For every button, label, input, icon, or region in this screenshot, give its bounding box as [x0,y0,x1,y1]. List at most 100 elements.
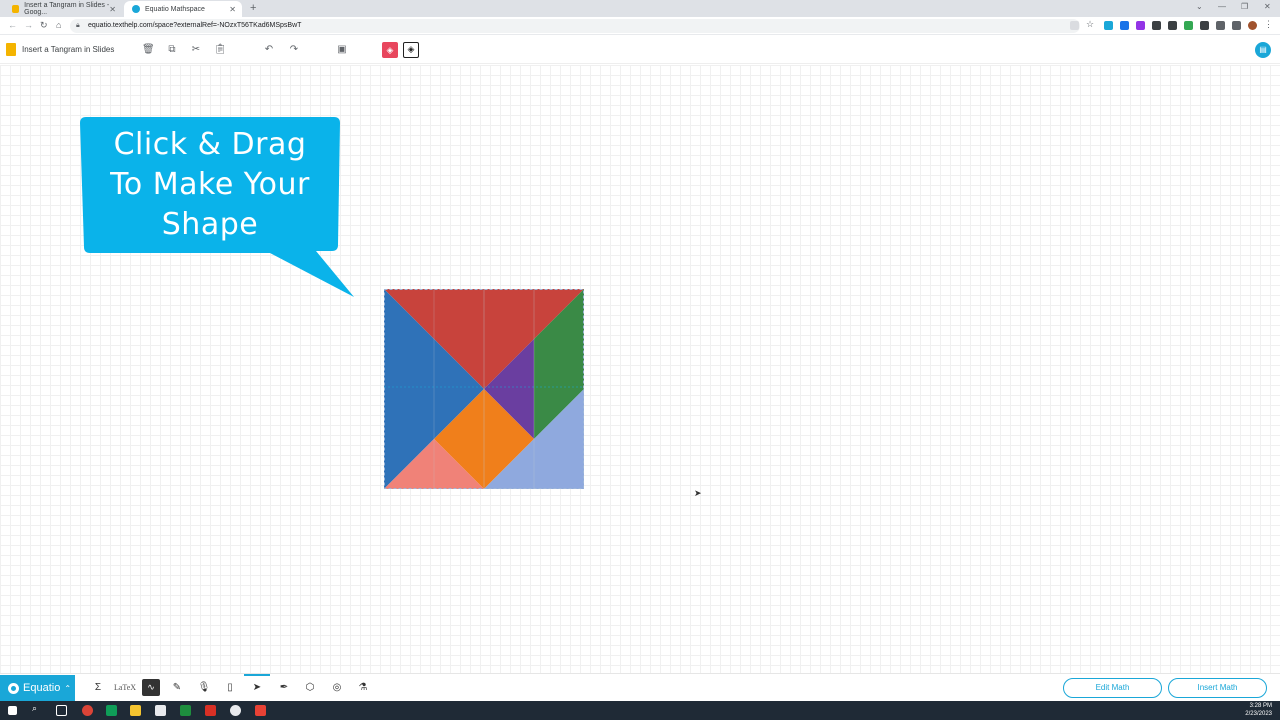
chevron-up-icon: ⌃ [64,683,72,693]
app-icon[interactable] [155,705,166,716]
pen-icon: ✒ [279,682,289,693]
close-tab-icon[interactable]: ✕ [229,5,236,14]
avatar[interactable] [1248,21,1257,30]
save-to-drive-button[interactable]: ▤ [1255,42,1271,58]
pen-tool[interactable]: ✒ [275,680,293,696]
clock-date: 2/23/2023 [1245,711,1272,717]
extension-icon[interactable] [1168,21,1177,30]
handwriting-tool[interactable]: ✎ [168,680,186,696]
undo-icon[interactable]: ↶ [263,44,275,55]
fill-color-button[interactable]: ◈ [382,42,398,58]
hexagon-icon: ⬡ [305,682,315,693]
app-icon[interactable] [230,705,241,716]
camtasia-icon[interactable] [180,705,191,716]
microphone-icon: 🎙︎ [197,682,211,693]
chrome-icon[interactable] [82,705,93,716]
lock-icon: 🔒︎ [76,22,80,29]
equatio-favicon-icon [132,5,140,13]
equatio-logo-icon [8,682,19,694]
minimize-icon[interactable]: — [1218,2,1226,11]
graph-wave-icon: ∿ [147,682,155,692]
latex-label: LaTeX [113,683,137,692]
url-input[interactable]: 🔒︎ equatio.texthelp.com/space?externalRe… [70,19,1080,33]
image-icon[interactable]: ▣ [336,44,348,55]
share-icon[interactable] [1070,21,1079,30]
tab-label: Equatio Mathspace [145,5,205,13]
save-icon: ▤ [1259,45,1267,54]
sigma-icon: Σ [94,682,102,693]
home-icon[interactable]: ⌂ [56,20,61,30]
chemistry-tool[interactable]: ⚗ [354,680,372,696]
paint-bucket-outline-icon: ◈ [407,44,415,54]
sidebar-icon[interactable] [1232,21,1241,30]
equatio-toolbar: Equatio ⌃ Σ LaTeX ∿ ✎ 🎙︎ ▯ ➤ ✒ ⬡ ◎ ⚗ Edi… [0,673,1280,701]
equatio-menu-button[interactable]: Equatio ⌃ [0,675,75,701]
app-icon[interactable] [205,705,216,716]
equatio-brand-label: Equatio [23,682,61,694]
extension-icon[interactable] [1104,21,1113,30]
recorder-icon[interactable] [255,705,266,716]
puzzle-icon[interactable] [1200,21,1209,30]
slides-icon [6,43,16,56]
equation-editor-tool[interactable]: Σ [89,680,107,696]
paint-bucket-icon: ◈ [386,45,394,55]
document-title: Insert a Tangram in Slides [22,45,115,54]
clock-time: 3:28 PM [1249,703,1272,709]
mobile-tool[interactable]: ▯ [221,680,239,696]
flask-icon: ⚗ [358,682,368,693]
app-icon[interactable] [106,705,117,716]
extension-icon[interactable] [1136,21,1145,30]
windows-taskbar: ⌕ 3:28 PM 2/23/2023 [0,701,1280,720]
callout-text: Click & Drag To Make Your Shape [84,125,336,245]
arrow-cursor-icon: ➤ [252,682,262,693]
extension-icon[interactable] [1120,21,1129,30]
tab-label: Insert a Tangram in Slides - Goog... [24,2,110,16]
tangram-square[interactable] [384,289,584,489]
menu-icon[interactable]: ⋮ [1264,19,1273,29]
manipulatives-tool[interactable]: ◎ [328,680,346,696]
extension-icon[interactable] [1184,21,1193,30]
reading-list-icon[interactable] [1216,21,1225,30]
callout-line: Shape [161,207,259,242]
system-clock[interactable]: 3:28 PM 2/23/2023 [1245,702,1272,718]
select-tool[interactable]: ➤ [248,680,266,696]
graph-tool[interactable]: ∿ [142,679,160,696]
browser-tab-strip: Insert a Tangram in Slides - Goog... ✕ E… [0,0,1280,17]
task-view-icon[interactable] [56,705,67,716]
file-explorer-icon[interactable] [130,705,141,716]
delete-icon[interactable]: 🗑︎ [142,44,155,55]
new-tab-button[interactable]: + [250,2,256,14]
copy-icon[interactable]: ⧉ [166,44,178,55]
target-icon: ◎ [332,682,342,693]
shapes-tool[interactable]: ⬡ [301,680,319,696]
insert-math-button[interactable]: Insert Math [1168,678,1267,698]
search-icon[interactable]: ⌕ [32,703,43,714]
stroke-color-button[interactable]: ◈ [403,42,419,58]
speech-input-tool[interactable]: 🎙︎ [195,680,213,696]
mouse-pointer-icon: ➤ [694,488,702,498]
callout-line: Click & Drag [113,127,307,162]
reload-icon[interactable]: ↻ [40,20,48,31]
app-toolbar: Insert a Tangram in Slides 🗑︎ ⧉ ✂ 📋︎ ↶ ↷… [0,36,1280,64]
callout-line: To Make Your [110,167,310,202]
mathspace-canvas[interactable]: Click & Drag To Make Your Shape ➤ [0,65,1280,673]
redo-icon[interactable]: ↷ [288,44,300,55]
pencil-icon: ✎ [172,682,182,693]
star-icon[interactable]: ☆ [1086,19,1095,29]
cut-icon[interactable]: ✂ [190,44,202,55]
address-bar-row: ← → ↻ ⌂ 🔒︎ equatio.texthelp.com/space?ex… [0,17,1280,35]
edit-math-button[interactable]: Edit Math [1063,678,1162,698]
close-tab-icon[interactable]: ✕ [109,5,116,14]
tab-search-icon[interactable]: ⌄ [1196,2,1203,11]
phone-icon: ▯ [227,682,233,693]
latex-tool[interactable]: LaTeX [112,680,138,696]
tab-slides[interactable]: Insert a Tangram in Slides - Goog... ✕ [4,1,122,17]
restore-icon[interactable]: ❐ [1241,2,1248,11]
close-window-icon[interactable]: ✕ [1264,2,1271,11]
extension-icon[interactable] [1152,21,1161,30]
tab-equatio[interactable]: Equatio Mathspace ✕ [124,1,242,17]
windows-start-icon[interactable] [8,706,17,715]
forward-icon[interactable]: → [24,20,33,30]
back-icon[interactable]: ← [8,20,17,30]
paste-icon[interactable]: 📋︎ [214,44,227,55]
